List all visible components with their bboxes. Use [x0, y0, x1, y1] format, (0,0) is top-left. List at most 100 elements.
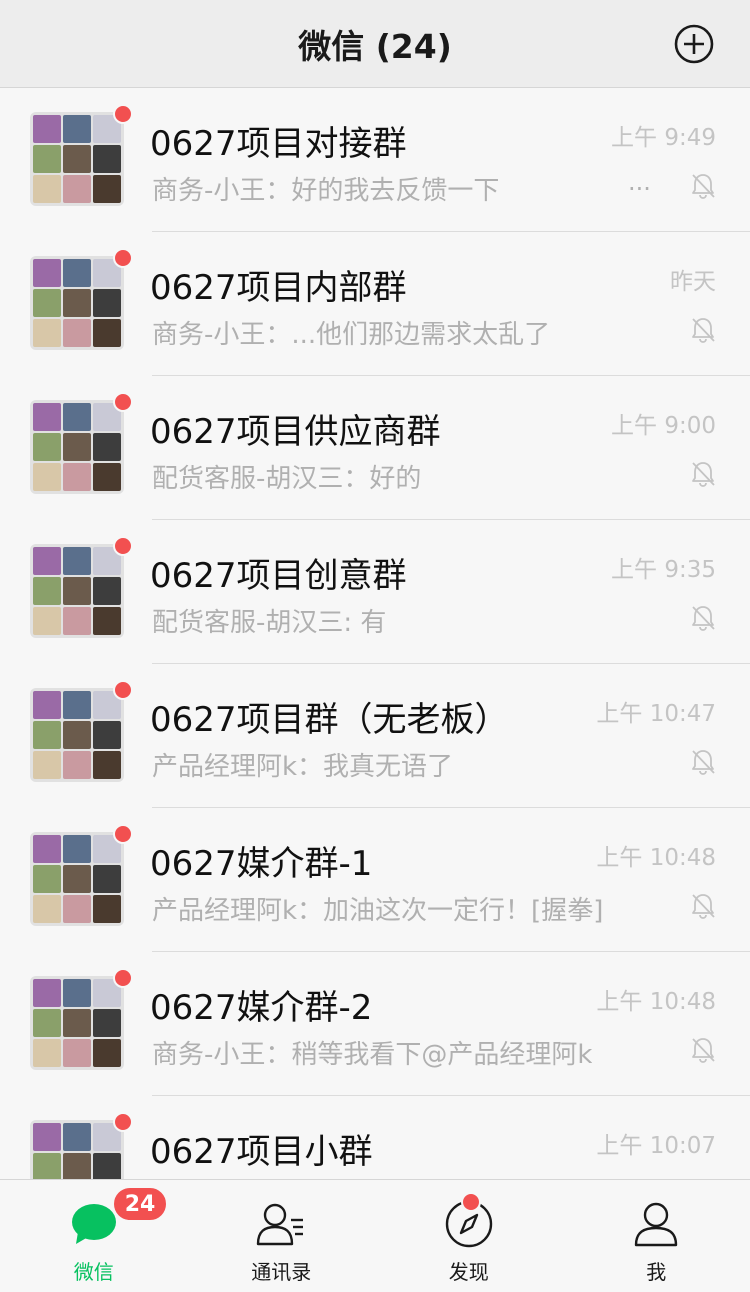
avatar-thumb — [93, 1039, 121, 1067]
mute-bell-icon — [692, 462, 715, 487]
chat-row[interactable]: 0627项目群（无老板） 产品经理阿k：我真无语了 上午 10:47 — [0, 664, 750, 808]
avatar-thumb — [63, 751, 91, 779]
contacts-icon — [257, 1203, 304, 1246]
avatar-thumb — [33, 175, 61, 203]
avatar-thumb — [63, 895, 91, 923]
avatar-thumb — [33, 607, 61, 635]
group-avatar — [30, 544, 124, 638]
chat-time: 上午 10:47 — [596, 701, 716, 727]
chat-time: 上午 10:48 — [596, 845, 716, 871]
chat-preview: 商务-小王：好的我去反馈一下 — [152, 176, 500, 206]
avatar-thumb — [63, 433, 91, 461]
tab-discover[interactable]: 发现 — [375, 1180, 563, 1292]
chat-row[interactable]: 0627项目对接群 商务-小王：好的我去反馈一下 ... 上午 9:49 — [0, 88, 750, 232]
unread-dot — [113, 536, 133, 556]
avatar-thumb — [33, 895, 61, 923]
chat-row[interactable]: 0627项目小群 上午 10:07 — [0, 1096, 750, 1179]
avatar-thumb — [33, 721, 61, 749]
chat-name: 0627项目供应商群 — [150, 412, 441, 452]
avatar-thumb — [93, 175, 121, 203]
avatar-thumb — [33, 1153, 61, 1179]
avatar-thumb — [93, 145, 121, 173]
tab-me[interactable]: 我 — [563, 1180, 750, 1292]
chat-row[interactable]: 0627媒介群-2 商务-小王：稍等我看下@产品经理阿k 上午 10:48 — [0, 952, 750, 1096]
avatar-thumb — [93, 721, 121, 749]
avatar-thumb — [63, 1153, 91, 1179]
chat-name: 0627项目对接群 — [150, 124, 407, 164]
avatar-thumb — [63, 577, 91, 605]
avatar-thumb — [63, 865, 91, 893]
chat-time: 上午 10:07 — [596, 1133, 716, 1159]
page-title: 微信 (24) — [298, 26, 452, 66]
tab-label: 通讯录 — [251, 1260, 312, 1284]
avatar-thumb — [33, 403, 61, 431]
chat-preview: 商务-小王：...他们那边需求太乱了 — [152, 320, 551, 350]
unread-dot — [113, 968, 133, 988]
tab-contacts[interactable]: 通讯录 — [188, 1180, 376, 1292]
mute-bell-icon — [692, 1038, 715, 1063]
unread-dot — [113, 248, 133, 268]
mute-bell-icon — [692, 318, 715, 343]
avatar-thumb — [33, 1123, 61, 1151]
unread-dot — [113, 680, 133, 700]
avatar-thumb — [33, 1009, 61, 1037]
avatar-thumb — [93, 289, 121, 317]
chat-time: 上午 9:00 — [611, 413, 716, 439]
avatar-thumb — [93, 433, 121, 461]
preview-ellipsis: ... — [628, 168, 651, 196]
avatar-thumb — [63, 835, 91, 863]
plus-circle-icon[interactable] — [674, 24, 714, 64]
avatar-thumb — [63, 145, 91, 173]
chat-time: 上午 9:49 — [611, 125, 716, 151]
group-avatar — [30, 400, 124, 494]
avatar-thumb — [63, 1123, 91, 1151]
chat-preview: 产品经理阿k：加油这次一定行！[握拳] — [152, 896, 604, 926]
avatar-thumb — [93, 865, 121, 893]
group-avatar — [30, 1120, 124, 1179]
mute-bell-icon — [692, 174, 715, 199]
avatar-thumb — [63, 547, 91, 575]
mute-bell-icon — [692, 894, 715, 919]
chat-preview: 商务-小王：稍等我看下@产品经理阿k — [152, 1040, 593, 1070]
tab-label: 我 — [646, 1260, 667, 1284]
unread-count-badge: 24 — [112, 1186, 168, 1222]
unread-dot — [113, 104, 133, 124]
avatar-thumb — [93, 463, 121, 491]
avatar-thumb — [33, 259, 61, 287]
chat-row[interactable]: 0627项目供应商群 配货客服-胡汉三：好的 上午 9:00 — [0, 376, 750, 520]
avatar-thumb — [63, 1039, 91, 1067]
avatar-thumb — [33, 289, 61, 317]
avatar-thumb — [63, 721, 91, 749]
chat-time: 上午 9:35 — [611, 557, 716, 583]
chat-name: 0627项目内部群 — [150, 268, 407, 308]
chat-preview: 配货客服-胡汉三：好的 — [152, 464, 422, 494]
chat-preview: 配货客服-胡汉三: 有 — [152, 608, 387, 638]
chat-time: 上午 10:48 — [596, 989, 716, 1015]
chat-name: 0627项目群（无老板） — [150, 700, 509, 740]
avatar-thumb — [93, 577, 121, 605]
chat-time: 昨天 — [670, 269, 716, 295]
tab-label: 微信 — [73, 1260, 114, 1284]
chat-preview: 产品经理阿k：我真无语了 — [152, 752, 454, 782]
mute-bell-icon — [692, 750, 715, 775]
avatar-thumb — [63, 403, 91, 431]
avatar-thumb — [63, 979, 91, 1007]
avatar-thumb — [33, 1039, 61, 1067]
avatar-thumb — [93, 751, 121, 779]
chat-row[interactable]: 0627媒介群-1 产品经理阿k：加油这次一定行！[握拳] 上午 10:48 — [0, 808, 750, 952]
unread-dot — [113, 1112, 133, 1132]
unread-dot — [113, 392, 133, 412]
avatar-thumb — [33, 547, 61, 575]
chat-row[interactable]: 0627项目内部群 商务-小王：...他们那边需求太乱了 昨天 — [0, 232, 750, 376]
avatar-thumb — [33, 691, 61, 719]
avatar-thumb — [93, 319, 121, 347]
avatar-thumb — [93, 1009, 121, 1037]
avatar-thumb — [63, 319, 91, 347]
chat-name: 0627媒介群-1 — [150, 844, 373, 884]
avatar-thumb — [33, 115, 61, 143]
avatar-thumb — [63, 607, 91, 635]
tab-chats[interactable]: 24 微信 — [0, 1180, 188, 1292]
bottom-tab-bar: 24 微信 通讯录 发现 我 — [0, 1179, 750, 1292]
avatar-thumb — [93, 607, 121, 635]
chat-row[interactable]: 0627项目创意群 配货客服-胡汉三: 有 上午 9:35 — [0, 520, 750, 664]
